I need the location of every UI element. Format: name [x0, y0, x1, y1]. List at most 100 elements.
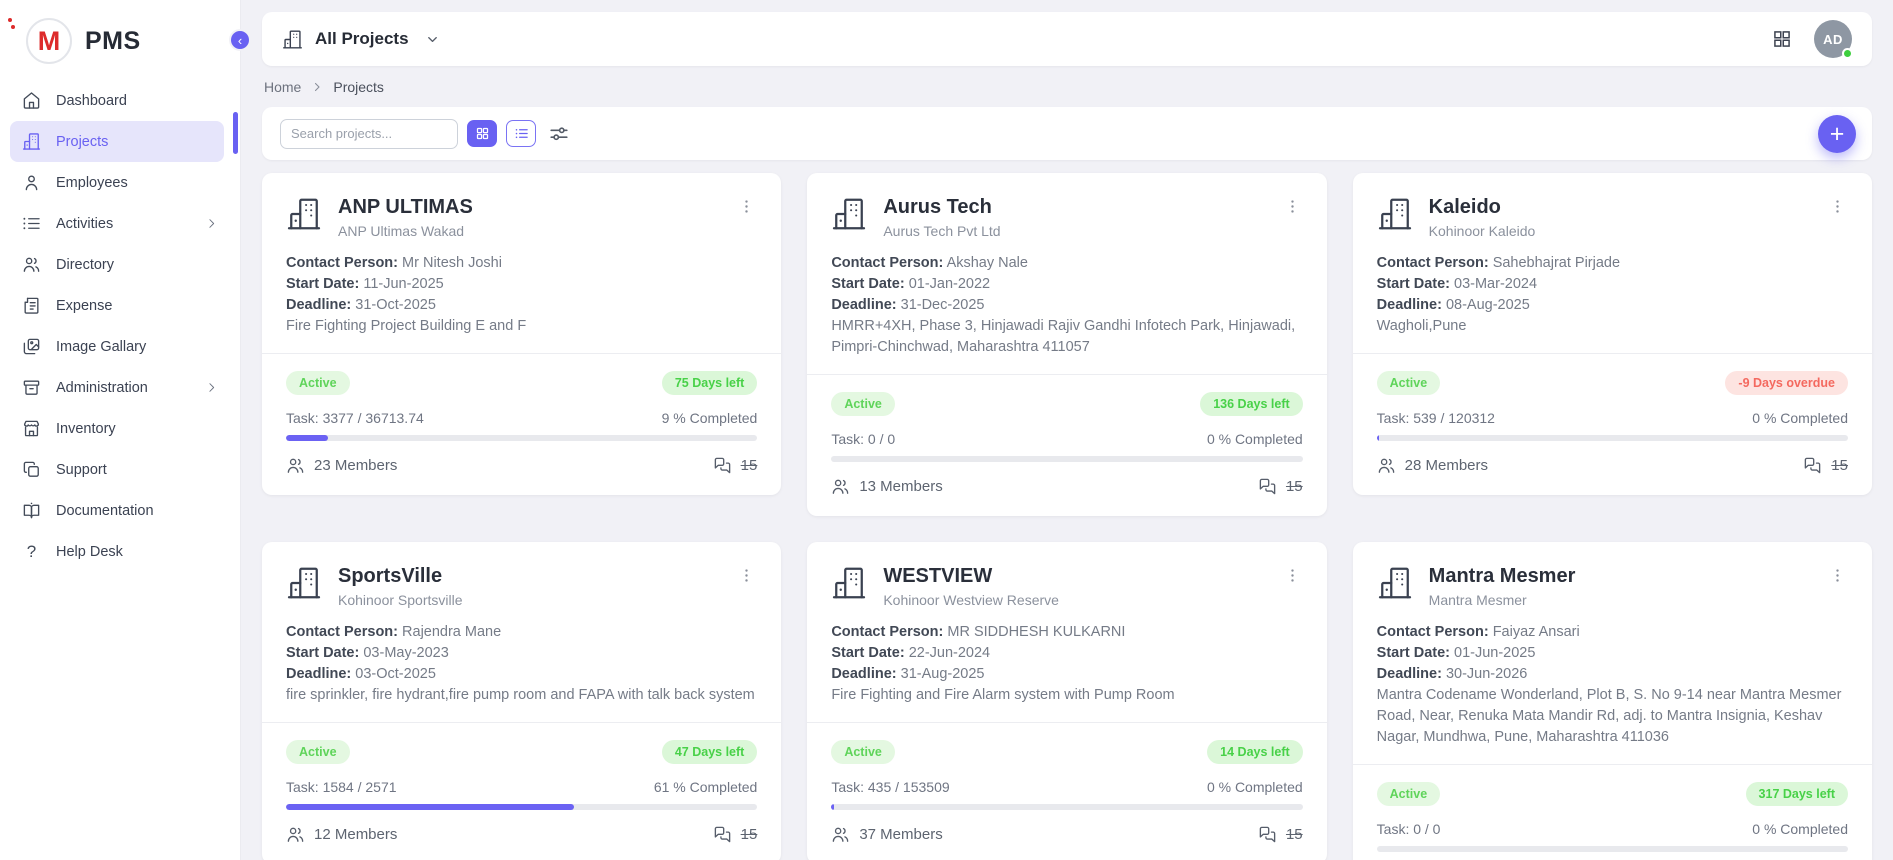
project-card[interactable]: SportsVille Kohinoor Sportsville Contact…: [262, 542, 781, 860]
project-scope-dropdown[interactable]: All Projects: [282, 29, 440, 50]
card-details: Kaleido Kohinoor Kaleido Contact Person:…: [1353, 173, 1872, 353]
sidebar-item-employees[interactable]: Employees: [10, 162, 230, 203]
members-icon: [831, 825, 850, 844]
task-count: Task: 0 / 0: [831, 431, 895, 447]
members-stat: 23 Members: [286, 456, 397, 475]
project-card[interactable]: ANP ULTIMAS ANP Ultimas Wakad Contact Pe…: [262, 173, 781, 495]
deadline-value: 31-Oct-2025: [355, 297, 436, 313]
contact-label: Contact Person:: [1377, 624, 1489, 640]
contact-label: Contact Person:: [1377, 255, 1489, 271]
card-menu-button[interactable]: [1827, 565, 1848, 589]
add-project-button[interactable]: +: [1818, 115, 1856, 153]
sidebar-nav: Dashboard Projects Employees Activities …: [0, 80, 240, 572]
completed-percent: 0 % Completed: [1752, 410, 1848, 426]
progress-bar: [831, 456, 1302, 462]
sidebar-item-support[interactable]: Support: [10, 449, 230, 490]
card-footer: Active 317 Days left Task: 0 / 0 0 % Com…: [1353, 765, 1872, 860]
deadline-line: Deadline: 31-Oct-2025: [286, 295, 757, 316]
progress-fill: [286, 435, 328, 441]
card-menu-button[interactable]: [1282, 565, 1303, 589]
breadcrumb-current: Projects: [333, 79, 384, 95]
progress-fill: [1377, 435, 1380, 441]
apps-grid-icon[interactable]: [1772, 29, 1792, 49]
avatar[interactable]: AD: [1814, 20, 1852, 58]
grid-view-button[interactable]: [467, 120, 497, 147]
start-date-line: Start Date: 03-May-2023: [286, 643, 757, 664]
book-icon: [22, 501, 41, 520]
progress-bar: [1377, 435, 1848, 441]
breadcrumb-home[interactable]: Home: [264, 79, 301, 95]
logo-m-icon: M: [26, 18, 72, 64]
kebab-menu-icon: [1284, 567, 1301, 584]
filter-sliders-icon[interactable]: [548, 123, 570, 145]
sidebar-item-label: Documentation: [56, 503, 154, 519]
messages-icon: [1258, 825, 1277, 844]
days-badge: 317 Days left: [1746, 782, 1848, 806]
start-date-line: Start Date: 03-Mar-2024: [1377, 274, 1848, 295]
deadline-line: Deadline: 08-Aug-2025: [1377, 295, 1848, 316]
sidebar-collapse-button[interactable]: ‹: [229, 29, 251, 51]
sidebar: M PMS Dashboard Projects Employees Activ…: [0, 0, 241, 860]
sidebar-item-activities[interactable]: Activities: [10, 203, 230, 244]
sidebar-item-inventory[interactable]: Inventory: [10, 408, 230, 449]
sidebar-item-image-gallary[interactable]: Image Gallary: [10, 326, 230, 367]
task-count: Task: 539 / 120312: [1377, 410, 1495, 426]
start-date-line: Start Date: 11-Jun-2025: [286, 274, 757, 295]
kebab-menu-icon: [1284, 198, 1301, 215]
project-subtitle: Kohinoor Westview Reserve: [883, 592, 1059, 608]
start-date-line: Start Date: 01-Jan-2022: [831, 274, 1302, 295]
card-menu-button[interactable]: [736, 196, 757, 220]
projects-toolbar: +: [262, 107, 1872, 160]
contact-value: Faiyaz Ansari: [1493, 624, 1580, 640]
avatar-initials: AD: [1823, 32, 1843, 47]
card-footer: Active 14 Days left Task: 435 / 153509 0…: [807, 723, 1326, 860]
contact-person-line: Contact Person: Rajendra Mane: [286, 622, 757, 643]
card-details: SportsVille Kohinoor Sportsville Contact…: [262, 542, 781, 722]
home-icon: [22, 91, 41, 110]
messages-icon: [1258, 477, 1277, 496]
start-date-value: 01-Jan-2022: [909, 276, 990, 292]
project-title: ANP ULTIMAS: [338, 196, 473, 219]
project-title: Aurus Tech: [883, 196, 1000, 219]
sidebar-item-label: Help Desk: [56, 544, 123, 560]
kebab-menu-icon: [1829, 567, 1846, 584]
sidebar-item-dashboard[interactable]: Dashboard: [10, 80, 230, 121]
deadline-value: 31-Aug-2025: [901, 666, 985, 682]
contact-person-line: Contact Person: Faiyaz Ansari: [1377, 622, 1848, 643]
sidebar-item-documentation[interactable]: Documentation: [10, 490, 230, 531]
sidebar-item-help-desk[interactable]: ? Help Desk: [10, 531, 230, 572]
search-input[interactable]: [280, 119, 458, 149]
messages-stat: 15: [1258, 825, 1303, 844]
progress-bar: [286, 804, 757, 810]
messages-stat: 15: [1258, 477, 1303, 496]
sidebar-item-expense[interactable]: Expense: [10, 285, 230, 326]
grid-view-icon: [475, 126, 490, 141]
deadline-value: 03-Oct-2025: [355, 666, 436, 682]
messages-count: 15: [1286, 478, 1303, 495]
project-card[interactable]: Kaleido Kohinoor Kaleido Contact Person:…: [1353, 173, 1872, 495]
chevron-down-icon: [425, 32, 440, 47]
members-stat: 13 Members: [831, 477, 942, 496]
project-card[interactable]: Aurus Tech Aurus Tech Pvt Ltd Contact Pe…: [807, 173, 1326, 516]
card-menu-button[interactable]: [1282, 196, 1303, 220]
completed-percent: 0 % Completed: [1752, 821, 1848, 837]
card-menu-button[interactable]: [1827, 196, 1848, 220]
project-title: SportsVille: [338, 565, 463, 588]
sidebar-item-projects[interactable]: Projects: [10, 121, 224, 162]
sidebar-item-administration[interactable]: Administration: [10, 367, 230, 408]
card-menu-button[interactable]: [736, 565, 757, 589]
project-subtitle: ANP Ultimas Wakad: [338, 223, 473, 239]
start-date-value: 03-May-2023: [363, 645, 448, 661]
deadline-label: Deadline:: [286, 297, 351, 313]
deadline-label: Deadline:: [1377, 297, 1442, 313]
days-badge: 136 Days left: [1200, 392, 1302, 416]
list-view-button[interactable]: [506, 120, 536, 147]
project-card[interactable]: Mantra Mesmer Mantra Mesmer Contact Pers…: [1353, 542, 1872, 860]
project-card[interactable]: WESTVIEW Kohinoor Westview Reserve Conta…: [807, 542, 1326, 860]
sidebar-item-directory[interactable]: Directory: [10, 244, 230, 285]
deadline-line: Deadline: 31-Aug-2025: [831, 664, 1302, 685]
sidebar-item-label: Directory: [56, 257, 114, 273]
card-details: Mantra Mesmer Mantra Mesmer Contact Pers…: [1353, 542, 1872, 764]
deadline-value: 31-Dec-2025: [901, 297, 985, 313]
sidebar-item-label: Expense: [56, 298, 112, 314]
